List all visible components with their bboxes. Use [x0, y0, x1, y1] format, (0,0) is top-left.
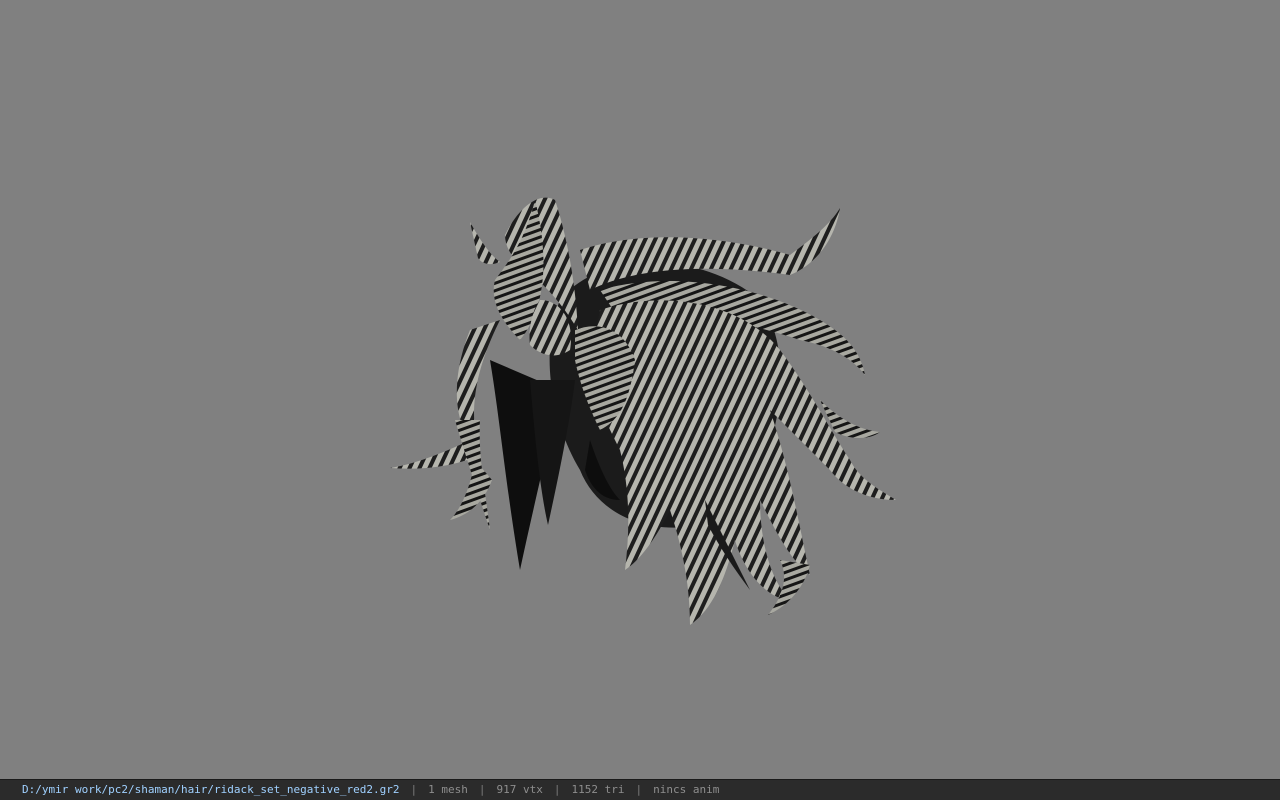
hair-mesh-model — [390, 197, 896, 625]
mesh-count: 1 mesh — [428, 783, 468, 796]
3d-viewport[interactable] — [0, 0, 1280, 779]
model-viewer-window: D:/ymir work/pc2/shaman/hair/ridack_set_… — [0, 0, 1280, 800]
triangle-count: 1152 tri — [571, 783, 625, 796]
status-bar: D:/ymir work/pc2/shaman/hair/ridack_set_… — [0, 779, 1280, 800]
file-path: D:/ymir work/pc2/shaman/hair/ridack_set_… — [22, 783, 400, 796]
separator: | — [478, 783, 486, 796]
separator: | — [635, 783, 643, 796]
separator: | — [553, 783, 561, 796]
anim-status: nincs anim — [653, 783, 720, 796]
vertex-count: 917 vtx — [496, 783, 543, 796]
separator: | — [410, 783, 418, 796]
